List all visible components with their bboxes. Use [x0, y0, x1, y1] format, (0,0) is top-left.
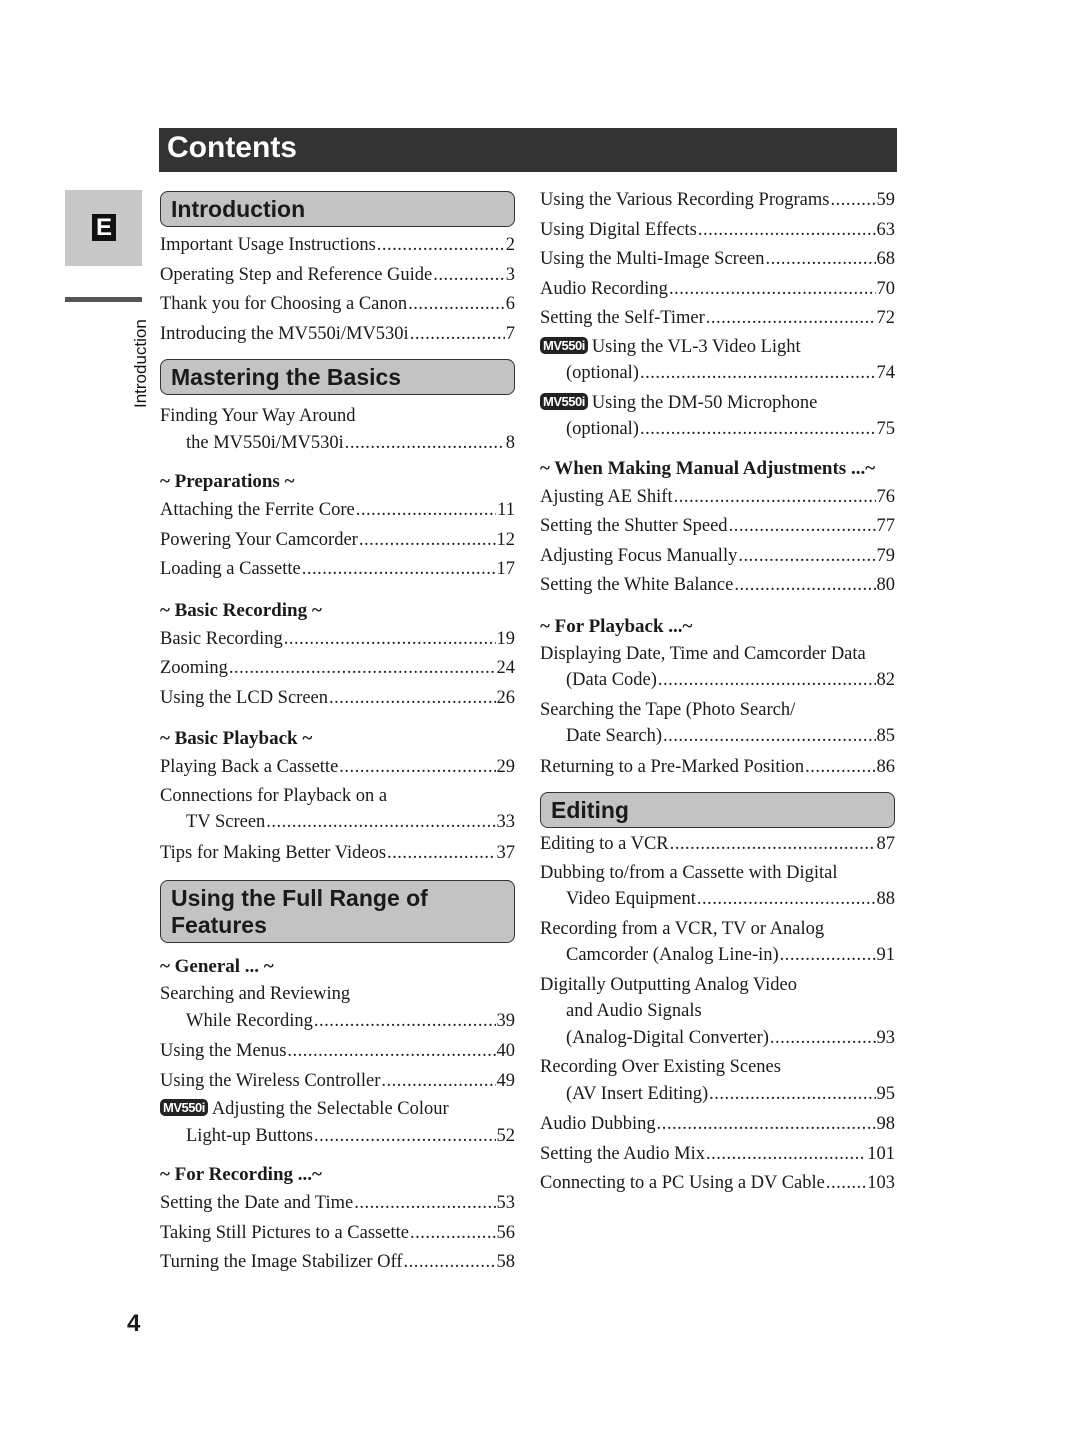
toc-entry[interactable]: Recording Over Existing Scenes (AV Inser… [540, 1054, 895, 1107]
mv550i-badge: MV550i [540, 392, 588, 410]
toc-entry[interactable]: Loading a Cassette17 [160, 555, 515, 585]
subsection-heading: ~ General ... ~ [160, 956, 274, 977]
toc-entry[interactable]: Connections for Playback on a TV Screen3… [160, 783, 515, 836]
toc-entry[interactable]: Introducing the MV550i/MV530i7 [160, 320, 515, 350]
toc-entry[interactable]: Displaying Date, Time and Camcorder Data… [540, 641, 895, 694]
subsection-heading: ~ For Playback ...~ [540, 615, 693, 637]
left-column: Introduction Important Usage Instruction… [160, 191, 515, 1278]
toc-entry[interactable]: Connecting to a PC Using a DV Cable103 [540, 1169, 895, 1199]
toc-entry[interactable]: Setting the Self-Timer72 [540, 304, 895, 334]
language-tab: E [65, 190, 142, 266]
toc-entry[interactable]: Important Usage Instructions2 [160, 231, 515, 261]
section-heading-editing: Editing [540, 792, 895, 828]
toc-entry[interactable]: Operating Step and Reference Guide3 [160, 261, 515, 291]
toc-entry[interactable]: MV550i Adjusting the Selectable Colour Li… [160, 1096, 515, 1149]
toc-entry[interactable]: Finding Your Way Around the MV550i/MV530… [160, 403, 515, 456]
section-heading-basics: Mastering the Basics [160, 359, 515, 395]
toc-entry[interactable]: Digitally Outputting Analog Video and Au… [540, 972, 895, 1052]
toc-entry[interactable]: Using the Wireless Controller49 [160, 1067, 515, 1097]
mv550i-badge: MV550i [540, 336, 588, 354]
toc-entry[interactable]: Thank you for Choosing a Canon6 [160, 290, 515, 320]
subsection-heading: ~ Basic Recording ~ [160, 599, 322, 621]
toc-entry[interactable]: Playing Back a Cassette29 [160, 753, 515, 783]
section-side-label: Introduction [131, 319, 150, 408]
section-heading-introduction: Introduction [160, 191, 515, 227]
section-heading-full-range: Using the Full Range of Features [160, 880, 515, 943]
toc-entry[interactable]: Taking Still Pictures to a Cassette56 [160, 1219, 515, 1249]
right-column: Using the Various Recording Programs59 U… [540, 186, 895, 1199]
toc-entry[interactable]: Tips for Making Better Videos37 [160, 839, 515, 869]
toc-entry[interactable]: Using the Menus40 [160, 1037, 515, 1067]
toc-entry[interactable]: Audio Recording70 [540, 275, 895, 305]
subsection-heading: ~ For Recording ...~ [160, 1164, 322, 1185]
toc-entry[interactable]: Returning to a Pre-Marked Position86 [540, 753, 895, 783]
toc-entry[interactable]: Attaching the Ferrite Core11 [160, 496, 515, 526]
toc-entry[interactable]: Audio Dubbing98 [540, 1110, 895, 1140]
subsection-heading: ~ Basic Playback ~ [160, 728, 313, 749]
toc-entry[interactable]: Setting the Shutter Speed77 [540, 512, 895, 542]
toc-entry[interactable]: Using the Various Recording Programs59 [540, 186, 895, 216]
toc-entry[interactable]: Powering Your Camcorder12 [160, 526, 515, 556]
subsection-heading: ~ Preparations ~ [160, 471, 295, 492]
toc-entry[interactable]: Dubbing to/from a Cassette with Digital … [540, 860, 895, 913]
toc-entry[interactable]: Setting the Audio Mix101 [540, 1140, 895, 1170]
toc-entry[interactable]: Zooming24 [160, 654, 515, 684]
subsection-heading: ~ When Making Manual Adjustments ...~ [540, 457, 876, 479]
toc-entry[interactable]: Setting the Date and Time53 [160, 1189, 515, 1219]
toc-entry[interactable]: MV550i Using the VL-3 Video Light (option… [540, 334, 895, 387]
toc-entry[interactable]: Setting the White Balance80 [540, 571, 895, 601]
toc-entry[interactable]: Editing to a VCR87 [540, 830, 895, 860]
toc-entry[interactable]: Using the Multi-Image Screen68 [540, 245, 895, 275]
section-indicator-bar [65, 297, 142, 302]
page-number: 4 [127, 1310, 141, 1337]
toc-entry[interactable]: Searching and Reviewing While Recording3… [160, 981, 515, 1034]
page-title: Contents [159, 128, 897, 172]
toc-entry[interactable]: Using Digital Effects63 [540, 216, 895, 246]
toc-entry[interactable]: MV550i Using the DM-50 Microphone (option… [540, 390, 895, 443]
toc-entry[interactable]: Adjusting Focus Manually79 [540, 542, 895, 572]
toc-entry[interactable]: Basic Recording19 [160, 625, 515, 655]
toc-entry[interactable]: Searching the Tape (Photo Search/ Date S… [540, 697, 895, 750]
language-tab-letter: E [92, 214, 116, 241]
toc-entry[interactable]: Turning the Image Stabilizer Off58 [160, 1248, 515, 1278]
mv550i-badge: MV550i [160, 1099, 208, 1116]
toc-entry[interactable]: Ajusting AE Shift76 [540, 483, 895, 513]
toc-entry[interactable]: Using the LCD Screen26 [160, 684, 515, 714]
toc-entry[interactable]: Recording from a VCR, TV or Analog Camco… [540, 916, 895, 969]
